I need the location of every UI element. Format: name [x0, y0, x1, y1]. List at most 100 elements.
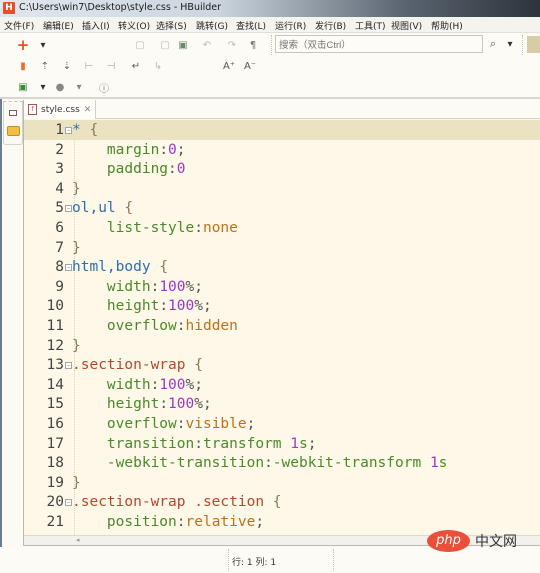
code-line[interactable]: 10 height:100%;	[24, 296, 540, 316]
menu-item[interactable]: 插入(I)	[82, 19, 110, 32]
code-token: :	[176, 318, 186, 334]
code-line[interactable]: 21 position:relative;	[24, 512, 540, 532]
fold-toggle-icon[interactable]: −	[65, 264, 72, 272]
code-line[interactable]: 8− html,body {	[24, 257, 540, 277]
indent-icon[interactable]: ⊢	[82, 59, 96, 73]
menu-item[interactable]: 跳转(G)	[196, 19, 228, 32]
code-line[interactable]: 19}	[24, 473, 540, 493]
code-token: {	[124, 200, 134, 217]
code-token: width	[106, 278, 151, 295]
close-icon[interactable]: ✕	[84, 105, 92, 115]
code-line[interactable]: 3 padding:0	[24, 159, 540, 179]
code-line[interactable]: 18 -webkit-transition:-webkit-transform …	[24, 453, 540, 473]
code-token: .section-wrap .section	[72, 494, 265, 511]
font-decrease-icon[interactable]: A⁻	[243, 59, 257, 73]
code-line[interactable]: 17 transition:transform 1s;	[24, 434, 540, 454]
format-icon[interactable]: ¶	[246, 38, 260, 52]
code-line[interactable]: 11 overflow:hidden	[24, 316, 540, 336]
code-token: %;	[194, 396, 212, 413]
code-line[interactable]: 4}	[24, 179, 540, 199]
redo-icon[interactable]: ↷	[225, 38, 239, 52]
new-icon[interactable]: +	[16, 36, 30, 54]
search-input[interactable]	[275, 35, 483, 53]
code-line[interactable]: 1− * {	[24, 120, 540, 140]
run-dropdown-icon[interactable]: ▾	[36, 80, 50, 94]
code-token: overflow	[106, 416, 177, 432]
code-line[interactable]: 15 height:100%;	[24, 394, 540, 414]
import-icon[interactable]: ⇡	[38, 59, 52, 73]
line-number: 9	[55, 278, 64, 295]
code-token: overflow	[106, 318, 177, 334]
menu-item[interactable]: 帮助(H)	[431, 19, 463, 32]
code-token: s	[299, 435, 308, 452]
code-line[interactable]: 9 width:100%;	[24, 277, 540, 297]
info-icon[interactable]: ⓘ	[97, 80, 111, 95]
browser-dropdown-icon[interactable]: ▾	[72, 80, 86, 94]
run-icon[interactable]: ▣	[16, 80, 30, 94]
fold-toggle-icon[interactable]: −	[65, 127, 72, 134]
menu-item[interactable]: 视图(V)	[391, 19, 422, 32]
menu-item[interactable]: 转义(O)	[118, 19, 150, 32]
menu-item[interactable]: 文件(F)	[4, 19, 34, 32]
side-panel	[3, 101, 23, 145]
code-token: transition	[106, 435, 195, 452]
new-dropdown-icon[interactable]: ▾	[36, 38, 50, 52]
code-token: ol,ul	[72, 200, 116, 217]
search-icon[interactable]: ⌕	[486, 37, 500, 51]
code-line[interactable]: 7}	[24, 238, 540, 258]
unwrap-icon[interactable]: ↳	[151, 59, 165, 73]
fold-toggle-icon[interactable]: −	[65, 205, 72, 213]
outdent-icon[interactable]: ⊣	[104, 59, 118, 73]
code-token: height	[106, 396, 160, 413]
editor: f style.css ✕ 1− * {2 margin:0; 3 padding:…	[23, 100, 540, 546]
search-dropdown-icon[interactable]: ▾	[504, 37, 516, 51]
menu-item[interactable]: 查找(L)	[236, 19, 266, 32]
wrap-icon[interactable]: ↵	[129, 59, 143, 73]
code-token: %;	[185, 376, 203, 393]
code-line[interactable]: 2 margin:0;	[24, 140, 540, 160]
code-line[interactable]: 6 list-style:none	[24, 218, 540, 238]
code-line[interactable]: 16 overflow:visible;	[24, 414, 540, 434]
close-file-icon[interactable]: ▣	[176, 38, 190, 52]
code-token: 100	[168, 396, 195, 413]
menu-item[interactable]: 工具(T)	[355, 19, 386, 32]
fold-toggle-icon[interactable]: −	[65, 499, 72, 507]
menu-item[interactable]: 选择(S)	[156, 19, 187, 32]
menu-item[interactable]: 发行(B)	[315, 19, 346, 32]
code-editor[interactable]: 1− * {2 margin:0; 3 padding:0 4} 5− ol,ul {6 …	[24, 119, 540, 535]
code-line[interactable]: 14 width:100%;	[24, 375, 540, 395]
code-line[interactable]: 12}	[24, 336, 540, 356]
code-token: :	[176, 514, 186, 530]
line-number: 2	[55, 141, 64, 158]
code-text: height:100%;	[72, 296, 212, 316]
window-icon[interactable]	[9, 110, 17, 116]
save-all-icon[interactable]: ▢	[158, 38, 172, 52]
code-line[interactable]: 20− .section-wrap .section {	[24, 492, 540, 512]
code-text: width:100%;	[72, 277, 203, 297]
code-token: %;	[185, 278, 203, 295]
toolbar-overflow-button[interactable]	[527, 36, 540, 53]
menu-item[interactable]: 运行(R)	[275, 19, 306, 32]
folder-icon[interactable]	[7, 126, 20, 136]
fold-toggle-icon[interactable]: −	[65, 362, 72, 370]
code-token: transform	[202, 435, 291, 452]
undo-icon[interactable]: ↶	[200, 38, 214, 52]
export-icon[interactable]: ⇣	[60, 59, 74, 73]
code-line[interactable]: 5− ol,ul {	[24, 198, 540, 218]
bookmark-icon[interactable]: ▮	[16, 59, 30, 73]
scroll-left-icon[interactable]: ◂	[76, 536, 80, 544]
status-separator	[228, 549, 229, 571]
tab-style-css[interactable]: f style.css ✕	[24, 100, 96, 119]
code-token: none	[202, 220, 238, 236]
line-number: 5	[55, 200, 64, 217]
save-icon[interactable]: ▢	[133, 38, 147, 52]
font-increase-icon[interactable]: A⁺	[222, 59, 236, 73]
code-token: {	[89, 122, 99, 138]
browser-icon[interactable]: ●	[53, 80, 67, 94]
code-line[interactable]: 13− .section-wrap {	[24, 355, 540, 375]
menu-item[interactable]: 编辑(E)	[43, 19, 74, 32]
